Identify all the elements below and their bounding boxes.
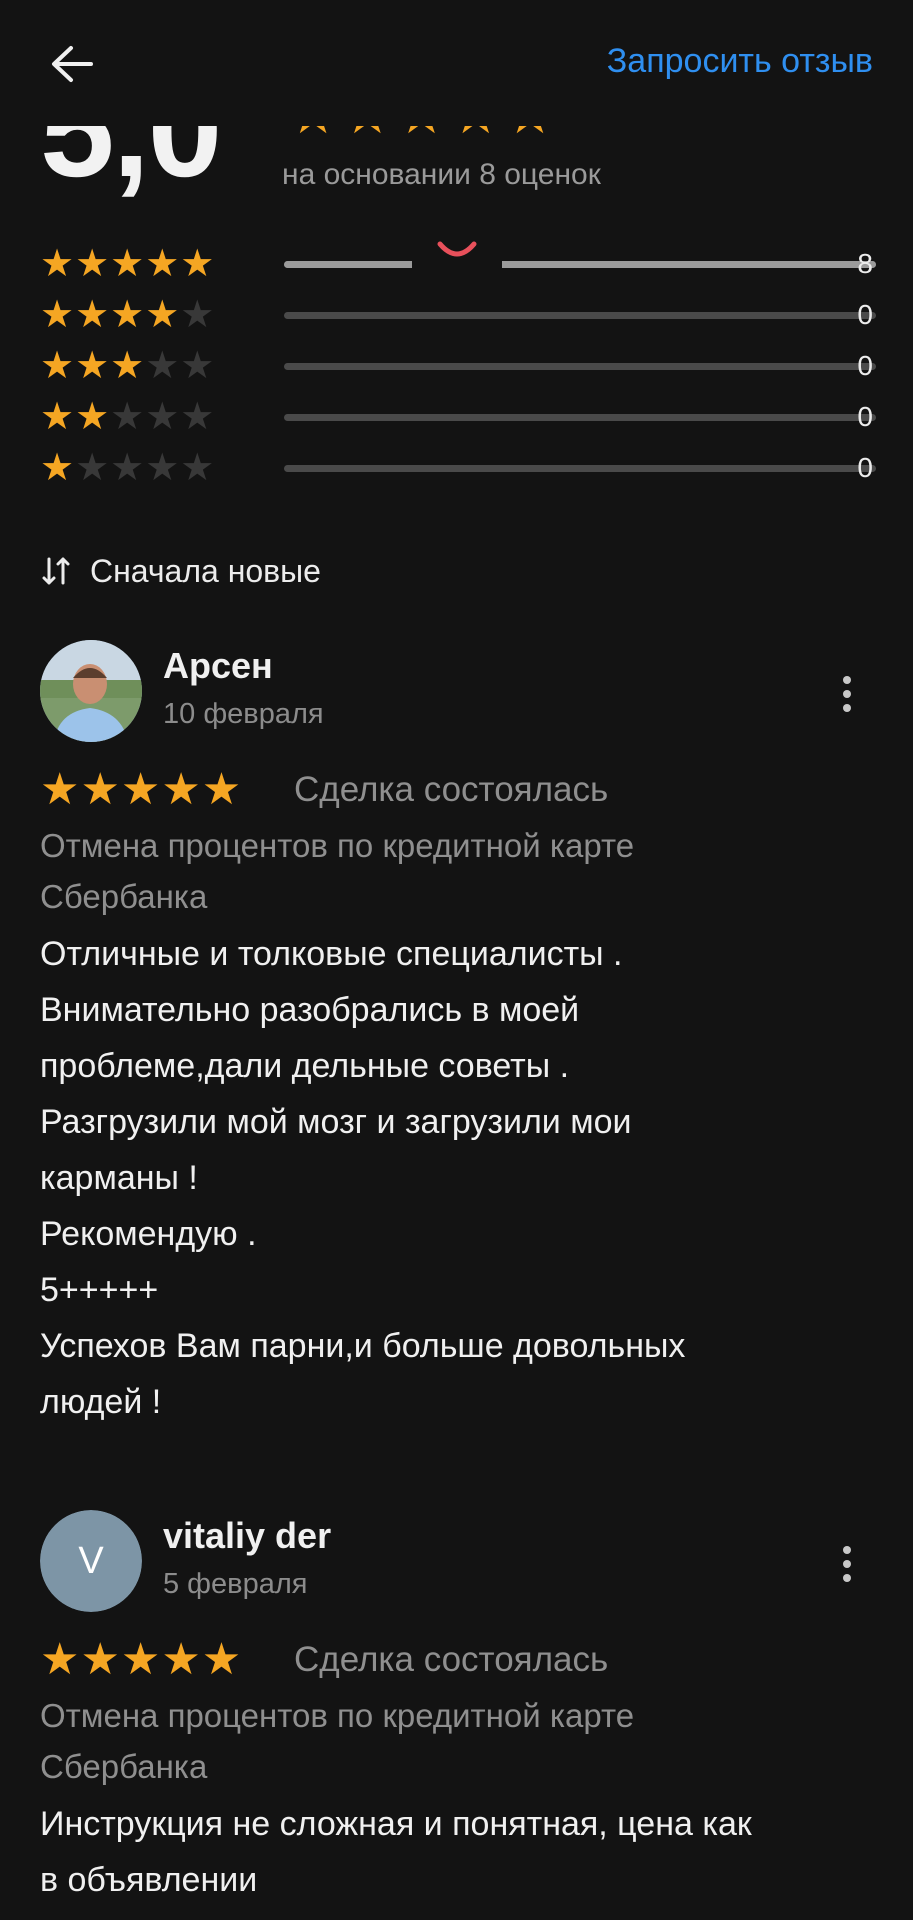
row-count: 0: [857, 452, 873, 483]
back-button[interactable]: [40, 38, 104, 90]
review-text-line: Внимательно разобрались в моей: [40, 991, 580, 1029]
avatar[interactable]: [40, 640, 142, 742]
review-card: Арсен 10 февраля ★★★★★ Сделка состоялась…: [40, 640, 873, 1421]
row-stars: ★★★★★: [40, 294, 216, 336]
row-stars: ★★★★★: [40, 243, 216, 285]
arrow-left-icon: [52, 46, 93, 82]
review-text-line: Рекомендую .: [40, 1215, 257, 1253]
row-stars: ★★★★★: [40, 396, 216, 438]
avatar-letter: V: [40, 1510, 142, 1612]
distribution-bar: [284, 312, 876, 319]
loading-spinner-icon: [437, 241, 477, 257]
more-vertical-icon: [843, 676, 851, 712]
review-text: Инструкция не сложная и понятная, цена к…: [40, 1796, 873, 1908]
review-text-line: 5+++++: [40, 1271, 159, 1309]
more-options-button[interactable]: [827, 670, 867, 718]
review-text-line: Успехов Вам парни,и больше довольных: [40, 1327, 686, 1365]
more-vertical-icon: [843, 1546, 851, 1582]
request-review-link[interactable]: Запросить отзыв: [607, 42, 873, 81]
distribution-bar: [284, 414, 876, 421]
sort-button[interactable]: Сначала новые: [40, 548, 321, 594]
review-text-line: Инструкция не сложная и понятная, цена к…: [40, 1805, 752, 1843]
review-text-line: карманы !: [40, 1159, 198, 1197]
deal-status: Сделка состоялась: [294, 770, 609, 809]
review-text-line: проблеме,дали дельные советы .: [40, 1047, 570, 1085]
service-line: Сбербанка: [40, 1748, 208, 1785]
row-count: 0: [857, 350, 873, 381]
review-text-line: людей !: [40, 1383, 162, 1421]
row-count: 0: [857, 401, 873, 432]
review-text: Отличные и толковые специалисты . Внимат…: [40, 926, 873, 1430]
sort-arrows-icon: [42, 557, 70, 585]
review-stars: ★★★★★: [40, 1635, 243, 1684]
top-bar: Запросить отзыв: [0, 0, 913, 126]
review-text-line: Разгрузили мой мозг и загрузили мои: [40, 1103, 632, 1141]
distribution-row-4: ★★★★★ 0: [40, 294, 876, 346]
rating-distribution: ★★★★★ 8 ★★★★★ 0 ★★★★★ 0 ★★★★★ 0 ★★★★★ 0: [40, 243, 876, 499]
distribution-row-1: ★★★★★ 0: [40, 447, 876, 499]
distribution-bar: [284, 465, 876, 472]
service-line: Отмена процентов по кредитной карте: [40, 1697, 635, 1734]
sort-label: Сначала новые: [90, 552, 321, 589]
review-author: vitaliy der: [163, 1515, 332, 1556]
avatar[interactable]: V: [40, 1510, 142, 1612]
review-date: 10 февраля: [163, 698, 324, 730]
ratings-count-text: на основании 8 оценок: [282, 158, 601, 191]
review-card: V vitaliy der 5 февраля ★★★★★ Сделка сос…: [40, 1510, 873, 1920]
distribution-bar: [284, 261, 876, 268]
row-stars: ★★★★★: [40, 447, 216, 489]
deal-status: Сделка состоялась: [294, 1640, 609, 1679]
service-line: Сбербанка: [40, 878, 208, 915]
review-service: Отмена процентов по кредитной карте Сбер…: [40, 820, 830, 922]
row-stars: ★★★★★: [40, 345, 216, 387]
user-photo: [40, 640, 142, 742]
row-count: 0: [857, 299, 873, 330]
review-stars: ★★★★★: [40, 765, 243, 814]
service-line: Отмена процентов по кредитной карте: [40, 827, 635, 864]
review-text-line: Отличные и толковые специалисты .: [40, 935, 623, 973]
review-date: 5 февраля: [163, 1568, 308, 1600]
row-count: 8: [857, 248, 873, 279]
review-text-line: в объявлении: [40, 1861, 258, 1899]
distribution-row-2: ★★★★★ 0: [40, 396, 876, 448]
more-options-button[interactable]: [827, 1540, 867, 1588]
distribution-bar: [284, 363, 876, 370]
review-author: Арсен: [163, 645, 273, 686]
distribution-row-3: ★★★★★ 0: [40, 345, 876, 397]
review-service: Отмена процентов по кредитной карте Сбер…: [40, 1690, 830, 1792]
